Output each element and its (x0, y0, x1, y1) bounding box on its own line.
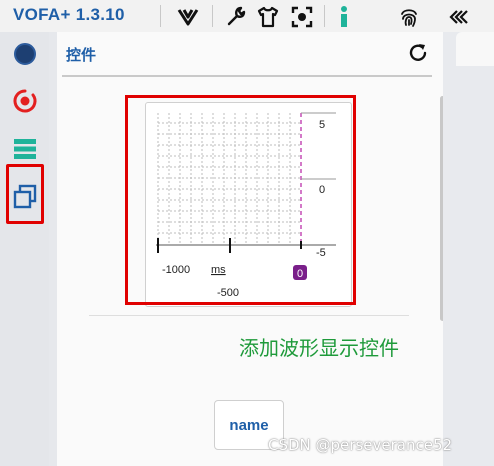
toolbar-separator (160, 5, 161, 27)
panel-header-divider (62, 75, 432, 77)
tshirt-icon[interactable] (256, 5, 280, 29)
right-workspace-strip (443, 32, 494, 466)
menu-list-icon[interactable] (10, 134, 40, 164)
annotation-text: 添加波形显示控件 (239, 336, 399, 360)
widgets-panel: 控件 5 0 -5 -1000 ms -500 0 添加波形显示控件 name (57, 32, 445, 466)
connection-status-icon[interactable] (10, 39, 40, 69)
collapse-double-chevron-icon[interactable] (446, 5, 470, 29)
fingerprint-icon[interactable] (397, 5, 421, 29)
section-divider (89, 315, 409, 316)
sidebar-highlight-box (6, 164, 44, 224)
panel-title: 控件 (66, 47, 97, 64)
app-title: VOFA+ 1.3.10 (13, 5, 125, 24)
toolbar-separator (212, 5, 213, 27)
top-toolbar: VOFA+ 1.3.10 (0, 0, 494, 32)
watermark-text: CSDN @perseverance52 (268, 436, 453, 454)
workspace-card-edge (456, 32, 494, 66)
record-icon[interactable] (10, 86, 40, 116)
refresh-icon[interactable] (407, 42, 429, 64)
vofa-logo-icon[interactable] (176, 5, 200, 29)
wrench-icon[interactable] (224, 5, 248, 29)
capture-icon[interactable] (290, 5, 314, 29)
toolbar-separator (324, 5, 325, 27)
info-icon[interactable] (332, 5, 356, 29)
widget-highlight-box (125, 95, 356, 305)
left-sidebar (0, 32, 49, 466)
